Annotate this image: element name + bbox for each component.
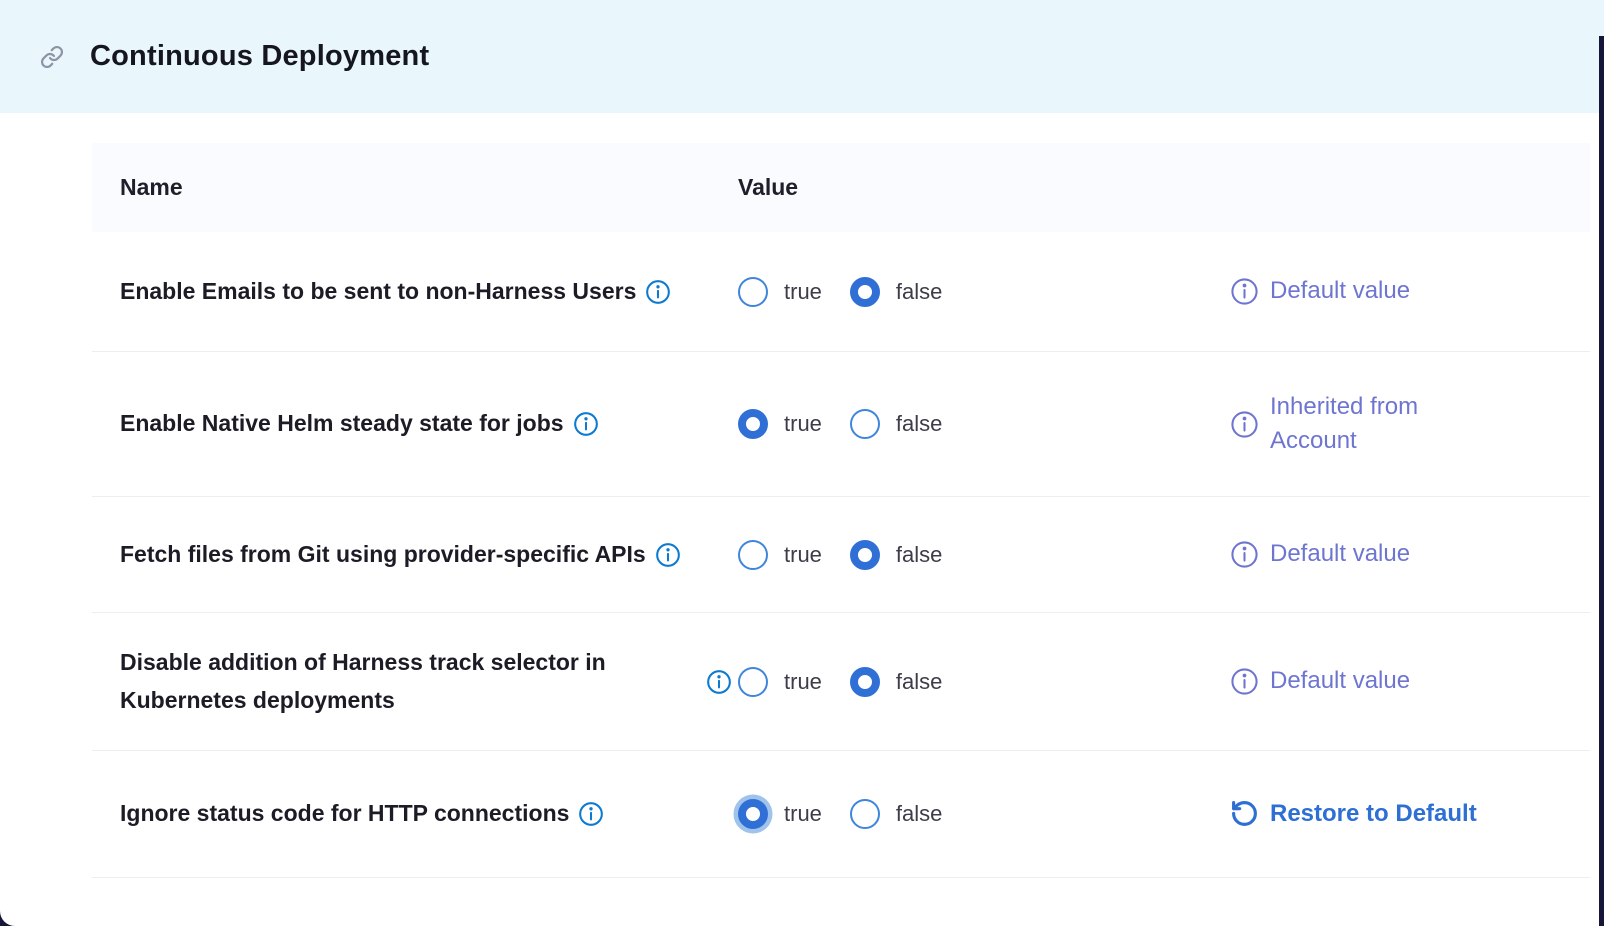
radio-false-circle[interactable] [850,409,880,439]
radio-true-label: true [784,411,822,437]
setting-value-cell: true false [738,409,942,439]
setting-name-cell: Enable Native Helm steady state for jobs [120,405,738,443]
radio-option-true[interactable]: true [738,409,822,439]
setting-name-cell: Fetch files from Git using provider-spec… [120,536,738,574]
radio-option-false[interactable]: false [850,409,942,439]
status-text: Restore to Default [1270,797,1477,831]
setting-status-cell[interactable]: Inherited from Account [1230,390,1562,458]
page-title: Continuous Deployment [90,40,429,73]
radio-false-label: false [896,542,942,568]
settings-row: Enable Native Helm steady state for jobs… [92,352,1590,497]
radio-true-label: true [784,801,822,827]
radio-option-true[interactable]: true [738,540,822,570]
info-icon[interactable] [706,669,732,695]
radio-option-false[interactable]: false [850,799,942,829]
radio-option-false[interactable]: false [850,277,942,307]
radio-true-circle[interactable] [738,667,768,697]
settings-rows: Enable Emails to be sent to non-Harness … [92,232,1590,878]
info-icon[interactable] [645,279,671,305]
section-header: Continuous Deployment [0,0,1604,113]
radio-option-true[interactable]: true [738,667,822,697]
table-header-row: Name Value [92,143,1590,232]
radio-false-label: false [896,411,942,437]
radio-true-circle[interactable] [738,277,768,307]
link-icon[interactable] [40,45,64,69]
info-circle-icon[interactable] [1230,540,1259,569]
setting-name-label: Fetch files from Git using provider-spec… [120,536,646,574]
radio-false-label: false [896,801,942,827]
radio-option-false[interactable]: false [850,540,942,570]
info-circle-icon[interactable] [1230,277,1259,306]
setting-value-cell: true false [738,540,942,570]
setting-status-cell[interactable]: Default value [1230,274,1562,308]
column-header-value: Value [738,174,798,201]
setting-status-cell[interactable]: Default value [1230,664,1562,698]
radio-true-circle[interactable] [738,540,768,570]
setting-name-cell: Disable addition of Harness track select… [120,644,738,720]
settings-row: Disable addition of Harness track select… [92,613,1590,751]
setting-name-cell: Enable Emails to be sent to non-Harness … [120,273,738,311]
radio-true-label: true [784,542,822,568]
setting-name-label: Disable addition of Harness track select… [120,644,697,720]
settings-row: Fetch files from Git using provider-spec… [92,497,1590,613]
column-header-name: Name [120,174,738,201]
radio-true-circle[interactable] [738,799,768,829]
radio-option-true[interactable]: true [738,277,822,307]
setting-value-cell: true false [738,799,942,829]
window-edge [1599,36,1604,926]
radio-false-circle[interactable] [850,540,880,570]
setting-name-label: Enable Native Helm steady state for jobs [120,405,564,443]
settings-table: Name Value Enable Emails to be sent to n… [92,143,1590,878]
info-icon[interactable] [655,542,681,568]
radio-false-label: false [896,279,942,305]
setting-status-cell[interactable]: Restore to Default [1230,797,1562,831]
setting-name-label: Enable Emails to be sent to non-Harness … [120,273,636,311]
setting-name-cell: Ignore status code for HTTP connections [120,795,738,833]
settings-row: Ignore status code for HTTP connections … [92,751,1590,878]
info-icon[interactable] [573,411,599,437]
radio-option-false[interactable]: false [850,667,942,697]
status-text: Default value [1270,537,1410,571]
status-text: Default value [1270,664,1410,698]
setting-value-cell: true false [738,277,942,307]
radio-false-circle[interactable] [850,277,880,307]
info-circle-icon[interactable] [1230,410,1259,439]
info-icon[interactable] [578,801,604,827]
status-text: Inherited from Account [1270,390,1492,458]
radio-true-circle[interactable] [738,409,768,439]
setting-status-cell[interactable]: Default value [1230,537,1562,571]
radio-false-label: false [896,669,942,695]
info-circle-icon[interactable] [1230,667,1259,696]
radio-true-label: true [784,279,822,305]
radio-option-true[interactable]: true [738,799,822,829]
radio-false-circle[interactable] [850,667,880,697]
setting-value-cell: true false [738,667,942,697]
status-text: Default value [1270,274,1410,308]
radio-false-circle[interactable] [850,799,880,829]
restore-icon[interactable] [1230,799,1259,828]
settings-row: Enable Emails to be sent to non-Harness … [92,232,1590,352]
setting-name-label: Ignore status code for HTTP connections [120,795,569,833]
radio-true-label: true [784,669,822,695]
